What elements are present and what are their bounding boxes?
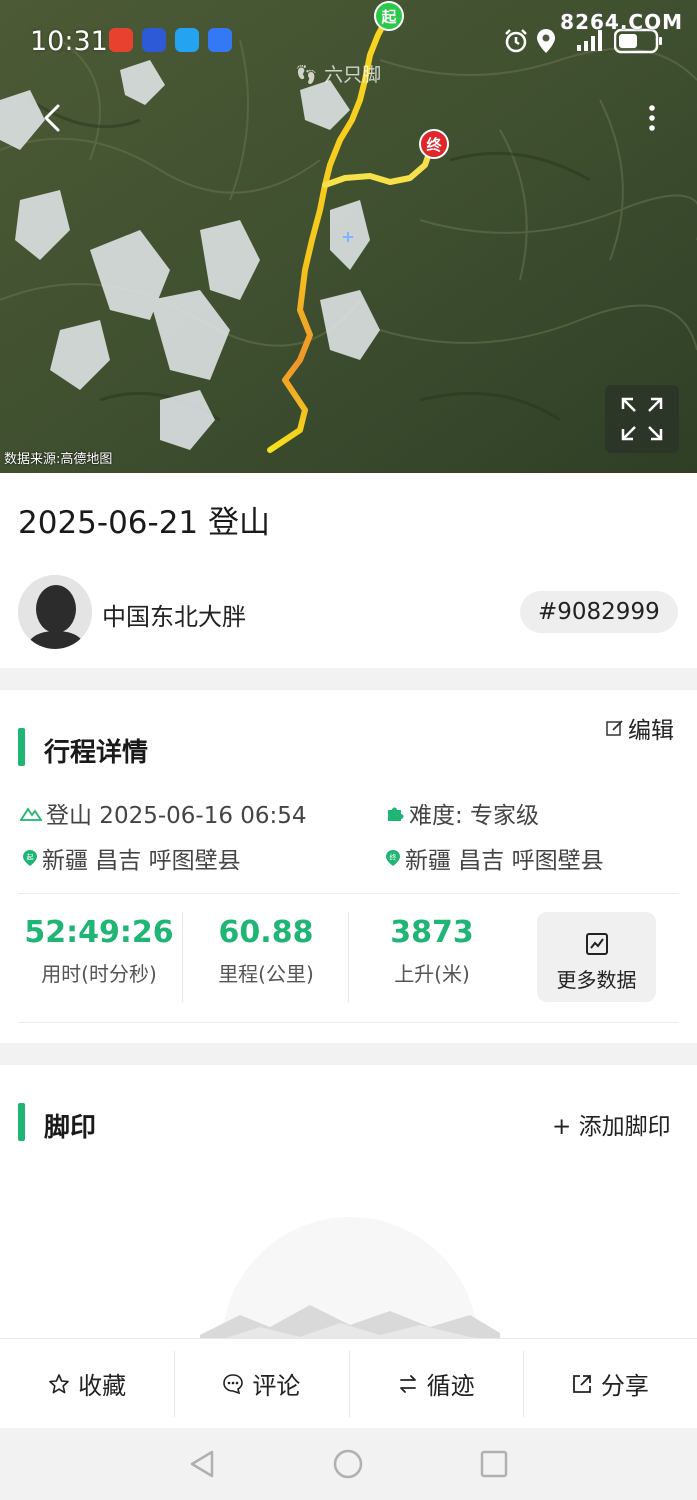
site-watermark: 8264.COM — [560, 10, 683, 34]
trip-id-badge: #9082999 — [520, 591, 678, 633]
trip-header-card: 2025-06-21 登山 中国东北大胖 #9082999 — [0, 473, 697, 668]
person-silhouette-icon — [18, 575, 92, 649]
app-watermark: 👣︎ 六只脚 — [294, 60, 381, 87]
comment-button[interactable]: 评论 — [174, 1339, 348, 1428]
system-nav-bar — [0, 1428, 697, 1500]
footprint-logo-icon: 👣︎ — [294, 64, 319, 86]
fullscreen-button[interactable] — [605, 385, 679, 453]
end-pin-icon: 终 — [386, 850, 400, 866]
paw-app-icon — [208, 28, 232, 52]
comment-label: 评论 — [252, 1372, 301, 1400]
footprint-section-title: 脚印 — [44, 1113, 97, 1143]
trip-details-card: 行程详情 编辑 登山 2025-06-16 06:54 难度: 专家级 起 新疆… — [0, 690, 697, 1043]
start-pin-icon: 起 — [23, 850, 37, 866]
edit-icon — [606, 720, 623, 736]
ascent-label: 上升(米) — [394, 962, 470, 986]
ascent-value: 3873 — [390, 915, 474, 950]
stat-separator — [348, 912, 349, 1002]
more-options-button[interactable] — [638, 100, 666, 136]
distance-value: 60.88 — [218, 915, 314, 950]
back-button[interactable] — [36, 100, 72, 136]
svg-text:起: 起 — [27, 854, 34, 862]
puzzle-icon — [388, 807, 404, 821]
follow-track-label: 循迹 — [426, 1372, 475, 1400]
chart-icon — [585, 933, 608, 955]
distance-stat: 60.88 里程(公里) — [186, 915, 346, 987]
end-location-text: 新疆 昌吉 呼图壁县 — [405, 848, 604, 874]
location-icon — [537, 29, 555, 53]
swap-arrows-icon — [399, 1374, 416, 1393]
duration-value: 52:49:26 — [24, 915, 174, 950]
app-watermark-text: 六只脚 — [324, 64, 382, 86]
bottom-action-bar: 收藏 评论 循迹 分享 — [0, 1338, 697, 1428]
favorite-button[interactable]: 收藏 — [0, 1339, 174, 1428]
star-icon — [49, 1373, 69, 1393]
duration-stat: 52:49:26 用时(时分秒) — [18, 915, 180, 987]
comment-icon — [223, 1373, 244, 1394]
nav-home-icon[interactable] — [332, 1448, 364, 1480]
edit-label: 编辑 — [628, 718, 674, 744]
trip-title: 2025-06-21 登山 — [18, 505, 271, 541]
details-section-title: 行程详情 — [44, 738, 149, 768]
difficulty-text: 难度: 专家级 — [409, 803, 540, 829]
duration-label: 用时(时分秒) — [41, 962, 157, 986]
user-name[interactable]: 中国东北大胖 — [102, 597, 246, 632]
share-button[interactable]: 分享 — [522, 1339, 697, 1428]
details-divider — [18, 893, 679, 894]
distance-label: 里程(公里) — [218, 962, 314, 986]
activity-row: 登山 2025-06-16 06:54 — [20, 796, 307, 830]
track-map[interactable]: 起 终 10:31 8264.COM 👣︎ 六只脚 数据来源:高德地图 — [0, 0, 697, 473]
nav-recents-icon[interactable] — [478, 1448, 510, 1480]
expand-icon — [621, 397, 663, 441]
more-data-button[interactable]: 更多数据 — [537, 912, 656, 1002]
user-avatar[interactable] — [18, 575, 92, 649]
navigation-app-icon — [142, 28, 166, 52]
share-icon — [572, 1374, 591, 1393]
map-source-note: 数据来源:高德地图 — [4, 452, 113, 467]
details-bottom-divider — [18, 1022, 679, 1023]
chat-app-icon — [175, 28, 199, 52]
more-data-label: 更多数据 — [556, 968, 637, 992]
stat-separator — [182, 912, 183, 1002]
ascent-stat: 3873 上升(米) — [352, 915, 512, 987]
mountain-icon — [20, 807, 42, 821]
section-accent-bar — [18, 728, 25, 766]
end-location-row: 终 新疆 昌吉 呼图壁县 — [385, 841, 604, 875]
track-detail-page: 起 终 10:31 8264.COM 👣︎ 六只脚 数据来源:高德地图 2025… — [0, 0, 697, 1500]
status-time: 10:31 — [30, 26, 108, 57]
difficulty-row: 难度: 专家级 — [385, 796, 539, 830]
add-footprint-button[interactable]: + 添加脚印 — [552, 1107, 671, 1141]
nav-back-icon[interactable] — [186, 1448, 218, 1480]
footprint-card: 脚印 + 添加脚印 — [0, 1065, 697, 1340]
edit-button[interactable]: 编辑 — [606, 711, 674, 745]
share-label: 分享 — [600, 1372, 649, 1400]
activity-text: 登山 2025-06-16 06:54 — [46, 803, 307, 829]
section-accent-bar — [18, 1103, 25, 1141]
svg-text:终: 终 — [390, 853, 397, 862]
follow-track-button[interactable]: 循迹 — [348, 1339, 523, 1428]
end-marker: 终 — [419, 129, 449, 159]
shopping-app-icon — [109, 28, 133, 52]
start-location-text: 新疆 昌吉 呼图壁县 — [42, 848, 241, 874]
favorite-label: 收藏 — [78, 1372, 127, 1400]
start-location-row: 起 新疆 昌吉 呼图壁县 — [22, 841, 241, 875]
alarm-icon — [505, 29, 527, 53]
empty-state-illustration — [200, 1217, 500, 1340]
